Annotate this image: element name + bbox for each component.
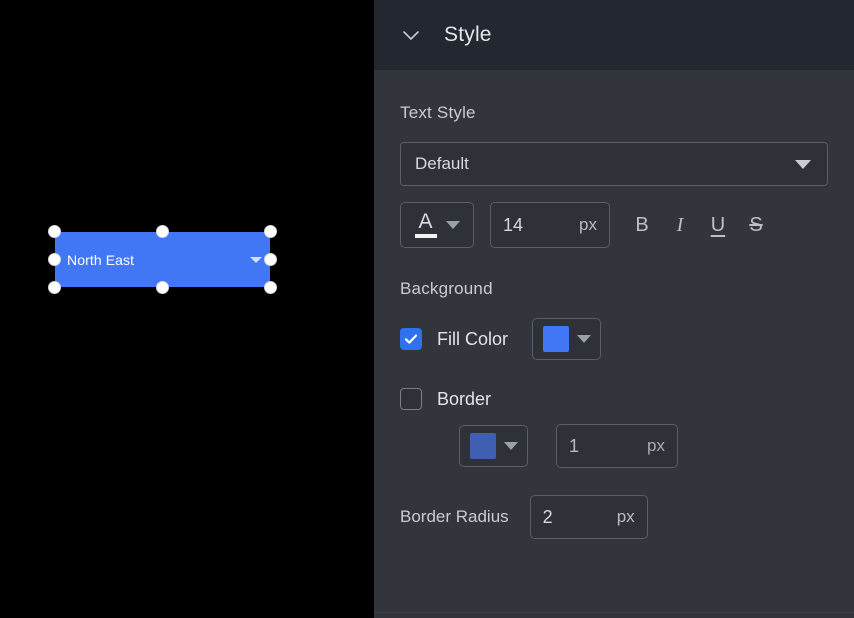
text-color-underline-bar <box>415 234 437 238</box>
resize-handle-e[interactable] <box>264 253 277 266</box>
text-color-button[interactable]: A <box>400 202 474 248</box>
font-size-value: 14 <box>503 215 523 236</box>
border-color-swatch <box>470 433 496 459</box>
resize-handle-sw[interactable] <box>48 281 61 294</box>
text-style-select-value: Default <box>415 154 469 174</box>
strikethrough-button[interactable]: S <box>737 206 775 244</box>
text-style-label: Text Style <box>400 103 828 123</box>
border-radius-value: 2 <box>543 507 553 528</box>
shape-label: North East <box>67 253 134 267</box>
border-radius-label: Border Radius <box>400 507 509 527</box>
resize-handle-ne[interactable] <box>264 225 277 238</box>
chevron-down-icon[interactable] <box>400 24 422 46</box>
resize-handle-s[interactable] <box>156 281 169 294</box>
triangle-down-icon[interactable] <box>250 257 262 263</box>
triangle-down-icon <box>795 160 811 169</box>
border-radius-unit: px <box>617 507 635 527</box>
border-width-input[interactable]: 1 px <box>556 424 678 468</box>
canvas-area[interactable]: North East <box>0 0 374 618</box>
border-label: Border <box>437 389 491 410</box>
resize-handle-w[interactable] <box>48 253 61 266</box>
triangle-down-icon <box>446 221 460 229</box>
border-radius-input[interactable]: 2 px <box>530 495 648 539</box>
selected-shape-group[interactable]: North East <box>55 232 270 287</box>
border-width-value: 1 <box>569 436 579 457</box>
text-style-select[interactable]: Default <box>400 142 828 186</box>
page-title: Style <box>444 23 492 47</box>
border-width-unit: px <box>647 436 665 456</box>
style-editor-window: North East Style Text Style <box>0 0 854 618</box>
text-color-glyph: A <box>418 212 432 232</box>
style-panel-body: Text Style Default A 14 px B <box>374 103 854 539</box>
fill-color-checkbox[interactable] <box>400 328 422 350</box>
border-controls: 1 px <box>459 424 828 468</box>
underline-button[interactable]: U <box>699 206 737 244</box>
border-row: Border <box>400 388 828 410</box>
resize-handle-se[interactable] <box>264 281 277 294</box>
border-color-swatch-button[interactable] <box>459 425 528 467</box>
border-radius-row: Border Radius 2 px <box>400 495 828 539</box>
text-format-toolbar: A 14 px B I U S <box>400 202 828 248</box>
panel-divider <box>374 612 854 613</box>
checkmark-icon <box>403 331 419 347</box>
bold-button[interactable]: B <box>623 206 661 244</box>
shape-north-east[interactable]: North East <box>55 232 270 287</box>
font-size-unit: px <box>579 215 597 235</box>
fill-color-swatch-button[interactable] <box>532 318 601 360</box>
resize-handle-nw[interactable] <box>48 225 61 238</box>
triangle-down-icon <box>577 335 591 343</box>
fill-color-swatch <box>543 326 569 352</box>
resize-handle-n[interactable] <box>156 225 169 238</box>
italic-button[interactable]: I <box>661 206 699 244</box>
background-label: Background <box>400 279 828 299</box>
text-color-icon: A <box>415 212 437 238</box>
font-size-input[interactable]: 14 px <box>490 202 610 248</box>
fill-color-label: Fill Color <box>437 329 508 350</box>
border-checkbox[interactable] <box>400 388 422 410</box>
style-panel: Style Text Style Default A 14 <box>374 0 854 618</box>
fill-color-row: Fill Color <box>400 318 828 360</box>
style-panel-header[interactable]: Style <box>374 0 854 70</box>
triangle-down-icon <box>504 442 518 450</box>
